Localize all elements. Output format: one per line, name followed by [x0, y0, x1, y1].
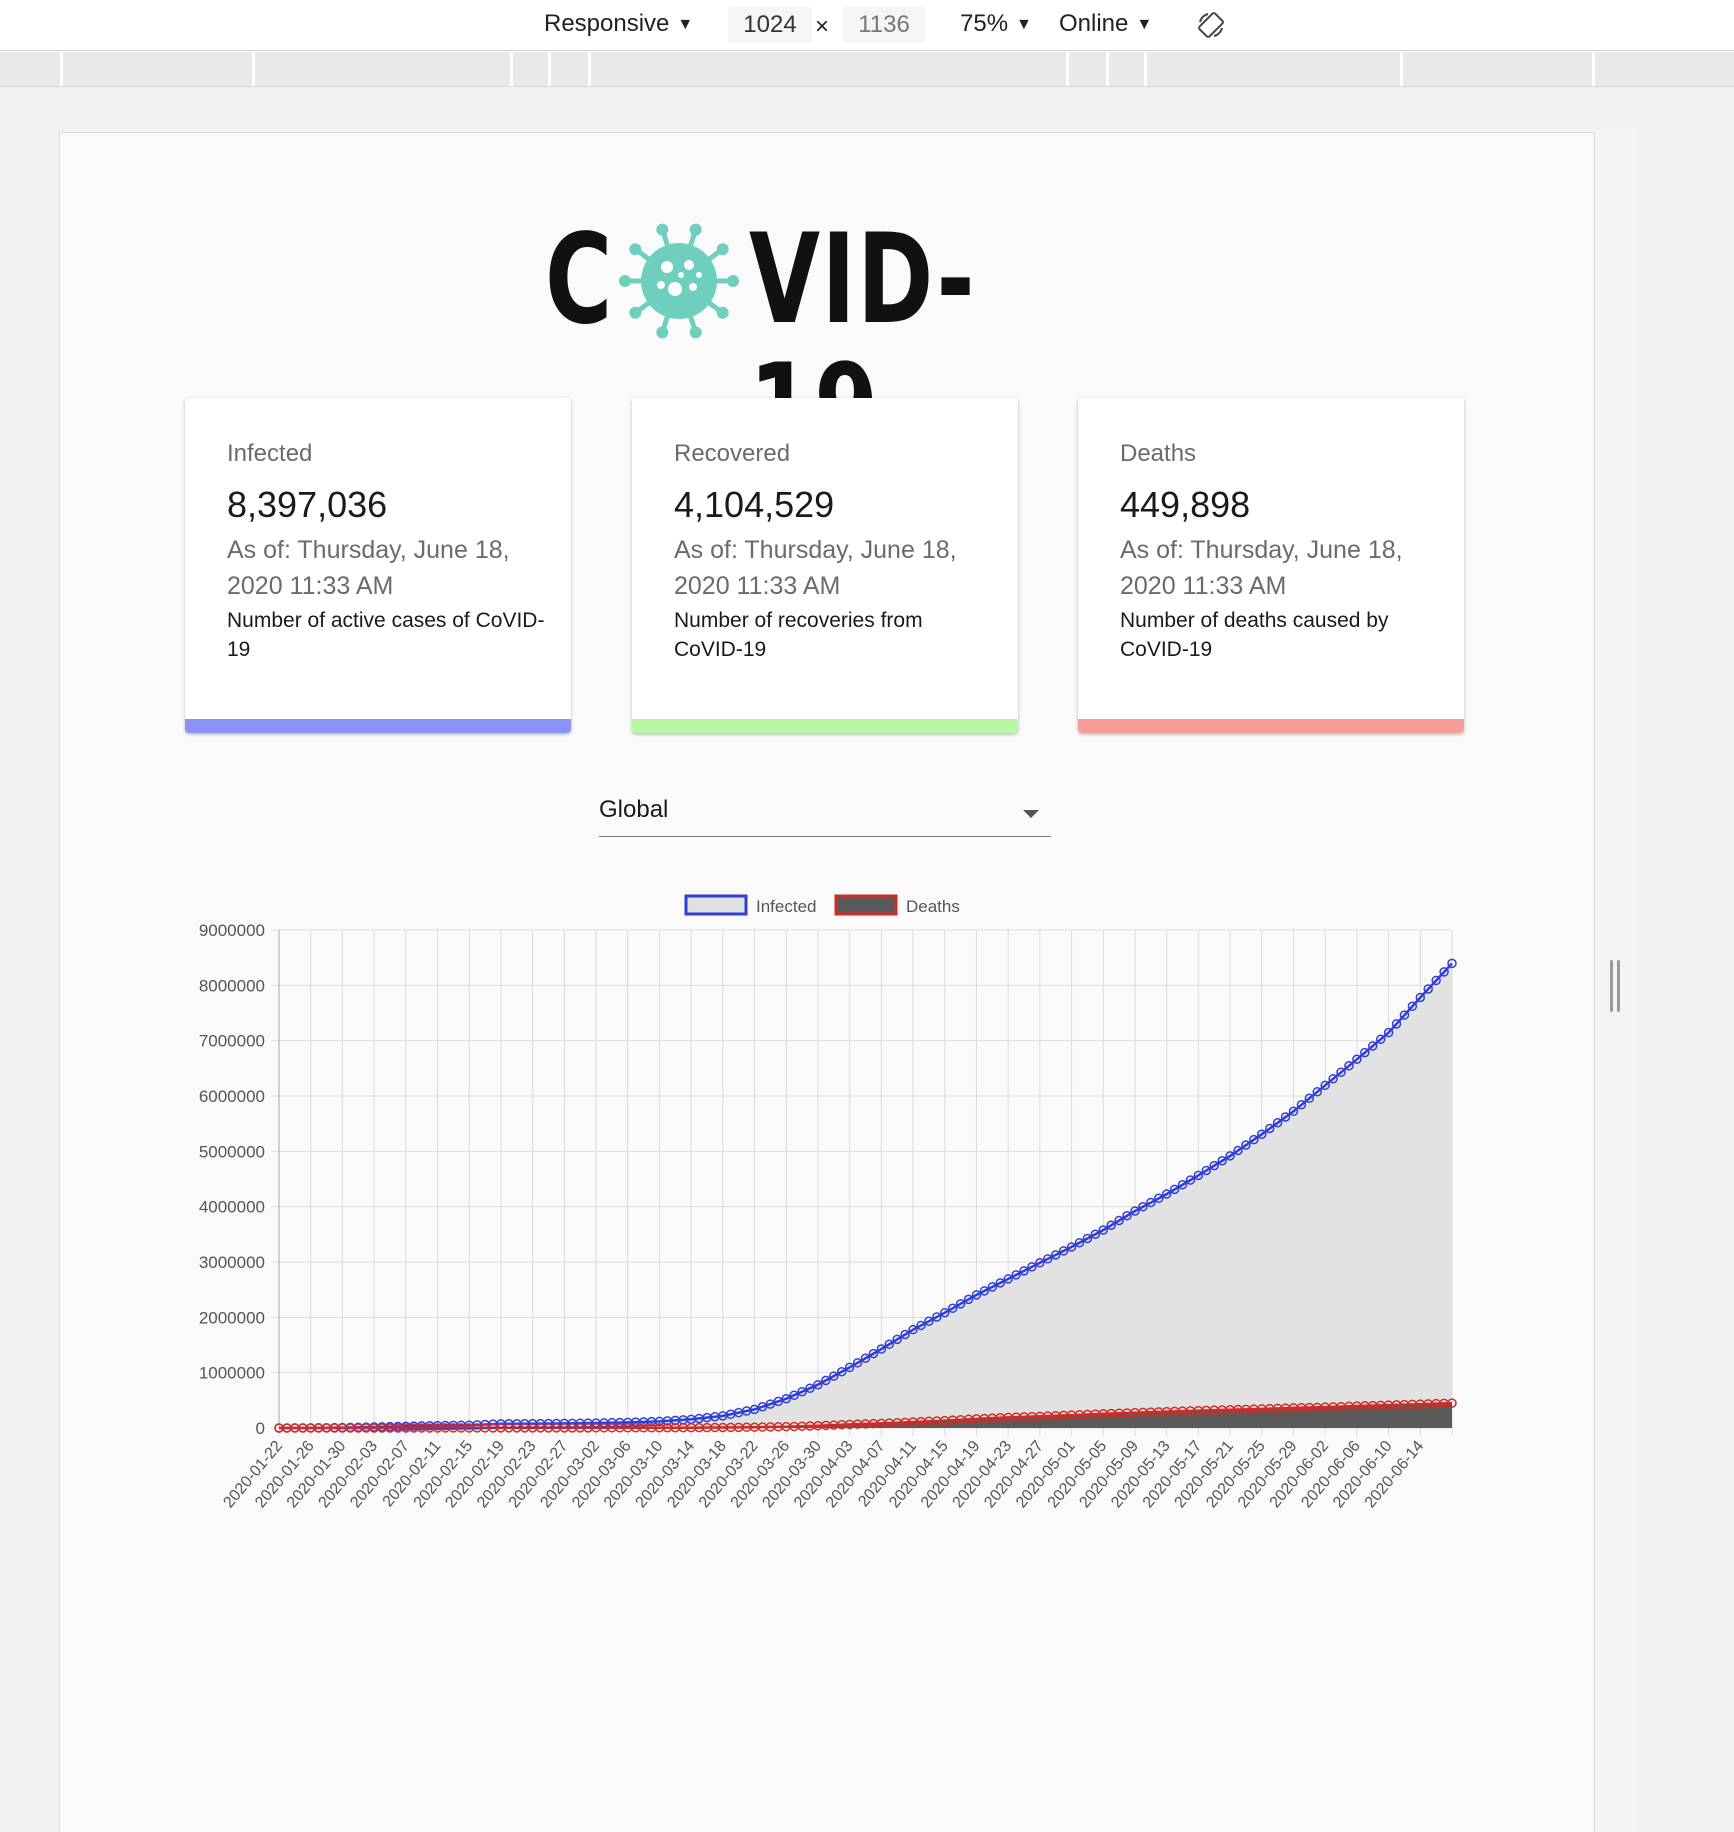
device-select[interactable]: Responsive ▼ [544, 9, 693, 39]
ruler-divider [1106, 52, 1109, 86]
zoom-label: 75% [960, 10, 1009, 37]
card-description: Number of active cases of CoVID-19 [227, 609, 545, 661]
card-color-bar [1078, 719, 1464, 733]
card-title: Deaths [1120, 440, 1197, 467]
virus-icon [617, 219, 741, 343]
y-tick-label: 7000000 [199, 1032, 265, 1051]
card-color-bar [632, 719, 1018, 733]
card-deaths: Deaths 449,898 As of: Thursday, June 18,… [1078, 398, 1464, 733]
x-axis-ticks: 2020-01-222020-01-262020-01-302020-02-03… [220, 1438, 1427, 1512]
ruler-divider [1592, 52, 1595, 86]
chevron-down-icon: ▼ [677, 16, 694, 33]
ruler-divider [510, 52, 513, 86]
card-recovered: Recovered 4,104,529 As of: Thursday, Jun… [632, 398, 1018, 733]
device-label: Responsive [544, 10, 670, 37]
card-value: 4,104,529 [674, 484, 835, 525]
card-date: As of: Thursday, June 18, 2020 11:33 AM [674, 536, 957, 600]
card-value: 8,397,036 [227, 484, 388, 525]
covid-logo: C VID-19 [545, 208, 1105, 475]
resize-handle[interactable] [1610, 960, 1622, 1012]
y-tick-label: 3000000 [199, 1253, 265, 1272]
viewport-height-input[interactable]: 1136 [842, 7, 926, 43]
y-tick-label: 2000000 [199, 1308, 265, 1327]
y-tick-label: 6000000 [199, 1087, 265, 1106]
chevron-down-icon: ▼ [1136, 16, 1153, 33]
card-date: As of: Thursday, June 18, 2020 11:33 AM [1120, 536, 1403, 600]
network-label: Online [1059, 10, 1129, 37]
logo-text-vid19: VID-19 [749, 208, 977, 475]
card-title: Infected [227, 440, 313, 467]
infected-legend-swatch [684, 894, 748, 916]
ruler-divider [1144, 52, 1147, 86]
y-tick-label: 8000000 [199, 976, 265, 995]
devtools-toolbar: Responsive ▼ 1024 × 1136 75% ▼ Online ▼ [0, 0, 1734, 51]
y-tick-label: 4000000 [199, 1198, 265, 1217]
chart-legend: Infected Deaths [684, 894, 960, 916]
y-tick-label: 5000000 [199, 1142, 265, 1161]
country-select[interactable]: Global [599, 790, 1051, 837]
dropdown-arrow-icon [1023, 810, 1039, 818]
ruler-divider [1400, 52, 1403, 86]
ruler-divider [252, 52, 255, 86]
viewport-width-input[interactable]: 1024 [728, 7, 812, 43]
ruler-divider [548, 52, 551, 86]
card-color-bar [185, 719, 571, 733]
ruler-divider [60, 52, 63, 86]
ruler-divider [1066, 52, 1069, 86]
y-tick-label: 0 [256, 1419, 265, 1438]
chevron-down-icon: ▼ [1016, 16, 1032, 33]
card-value: 449,898 [1120, 484, 1251, 525]
zoom-select[interactable]: 75% ▼ [960, 9, 1032, 39]
media-query-bar[interactable] [0, 52, 1734, 87]
country-select-value: Global [599, 796, 669, 823]
infected-legend-label: Infected [756, 897, 817, 916]
line-chart: 0 1000000 2000000 3000000 4000000 5000000 6000… [199, 894, 1457, 1512]
y-axis-ticks: 0 1000000 2000000 3000000 4000000 5000000 6000… [199, 921, 265, 1438]
card-description: Number of deaths caused by CoVID-19 [1120, 609, 1389, 661]
y-tick-label: 9000000 [199, 921, 265, 940]
card-date: As of: Thursday, June 18, 2020 11:33 AM [227, 536, 510, 600]
deaths-legend-label: Deaths [906, 897, 960, 916]
card-infected: Infected 8,397,036 As of: Thursday, June… [185, 398, 571, 733]
rotate-icon[interactable] [1196, 10, 1226, 40]
y-tick-label: 1000000 [199, 1364, 265, 1383]
network-throttle-select[interactable]: Online ▼ [1059, 9, 1152, 39]
deaths-legend-swatch [834, 894, 898, 916]
logo-text-c: C [545, 208, 614, 352]
ruler-divider [588, 52, 591, 86]
card-description: Number of recoveries from CoVID-19 [674, 609, 923, 661]
times-icon: × [815, 13, 830, 40]
card-title: Recovered [674, 440, 791, 467]
